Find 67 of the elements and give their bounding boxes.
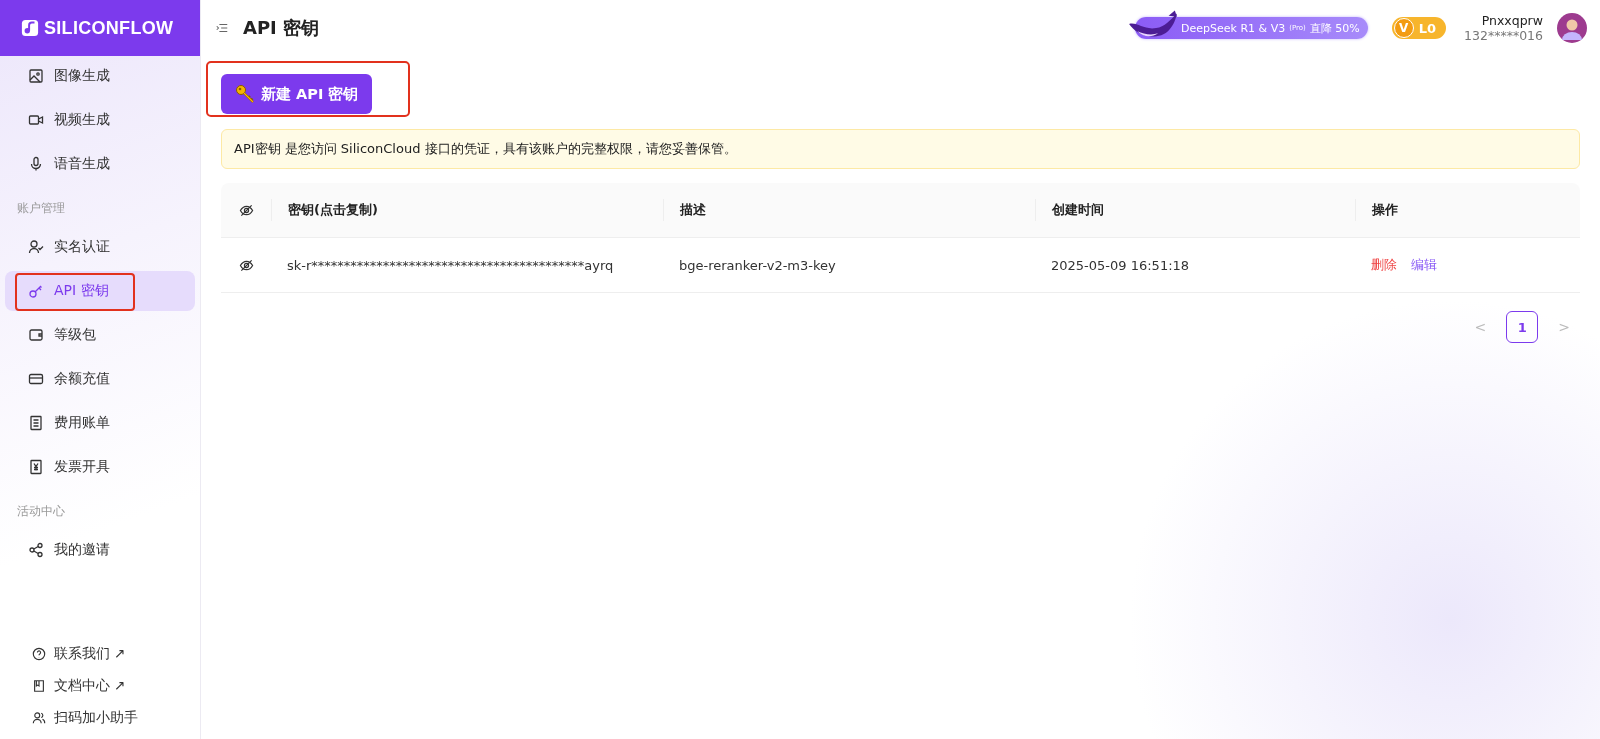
logo-icon: [21, 19, 39, 37]
users-icon: [32, 711, 46, 725]
page-title: API 密钥: [243, 16, 320, 40]
nav-item[interactable]: API 密钥: [5, 271, 195, 311]
nav-label: 图像生成: [54, 67, 110, 85]
user-name: Pnxxqprw: [1481, 13, 1543, 28]
nav-item[interactable]: 余额充值: [5, 359, 195, 399]
nav-item[interactable]: 图像生成: [5, 56, 195, 96]
nav-item[interactable]: 我的邀请: [5, 530, 195, 570]
table-cell-text: bge-reranker-v2-m3-key: [678, 257, 837, 273]
table-cell[interactable]: sk-r******************************************ayrq: [271, 257, 663, 273]
brand-name: SILICONFLOW: [44, 17, 174, 39]
nav-label: 等级包: [54, 326, 96, 344]
notice-banner: API密钥 是您访问 SiliconCloud 接口的凭证，具有该账户的完整权限，请您妥善保管。: [221, 129, 1580, 169]
key-icon: [235, 84, 255, 104]
nav-label: 余额充值: [54, 370, 110, 388]
nav-item[interactable]: 费用账单: [5, 403, 195, 443]
microphone-icon: [28, 156, 44, 172]
nav-item[interactable]: 实名认证: [5, 227, 195, 267]
eye-off-icon[interactable]: [238, 202, 254, 218]
footer-link[interactable]: 文档中心 ↗: [32, 677, 200, 695]
column-header: 创建时间: [1035, 199, 1355, 221]
page-button[interactable]: 1: [1506, 311, 1539, 343]
column-header: 操作: [1355, 199, 1580, 221]
user-phone: 132*****016: [1464, 28, 1543, 43]
link-label: 联系我们 ↗: [54, 645, 126, 663]
nav-item[interactable]: 语音生成: [5, 144, 195, 184]
nav-item[interactable]: 视频生成: [5, 100, 195, 140]
nav-label: 视频生成: [54, 111, 110, 129]
share-icon: [28, 542, 44, 558]
level-text: L0: [1418, 20, 1437, 36]
collapse-menu-icon[interactable]: [215, 21, 229, 35]
new-api-key-button[interactable]: 新建 API 密钥: [221, 74, 373, 114]
nav-label: 我的邀请: [54, 541, 110, 559]
book-icon: [32, 679, 46, 693]
action-link[interactable]: 编辑: [1411, 256, 1437, 274]
help-icon: [32, 647, 46, 661]
nav-label: 费用账单: [54, 414, 110, 432]
footer-link[interactable]: 扫码加小助手: [32, 709, 200, 727]
footer-link[interactable]: 联系我们 ↗: [32, 645, 200, 663]
user-check-icon: [28, 239, 44, 255]
nav-label: 语音生成: [54, 155, 110, 173]
nav-label: API 密钥: [54, 282, 109, 300]
nav-item[interactable]: 等级包: [5, 315, 195, 355]
image-icon: [28, 68, 44, 84]
credit-card-icon: [28, 371, 44, 387]
wallet-icon: [28, 327, 44, 343]
key-icon: [28, 283, 44, 299]
section-heading: 账户管理: [16, 200, 66, 217]
link-label: 文档中心 ↗: [54, 677, 126, 695]
table-cell-text: 2025-05-09 16:51:18: [1050, 257, 1191, 273]
nav-label: 发票开具: [54, 458, 110, 476]
column-header: 描述: [663, 199, 1035, 221]
nav-label: 实名认证: [54, 238, 110, 256]
promo-discount: 直降 50%: [1309, 20, 1360, 36]
yen-receipt-icon: [28, 459, 44, 475]
promo-text: DeepSeek R1 & V3: [1181, 21, 1286, 35]
link-label: 扫码加小助手: [54, 709, 138, 727]
eye-off-icon[interactable]: [238, 257, 254, 273]
document-icon: [28, 415, 44, 431]
action-link[interactable]: 删除: [1371, 256, 1397, 274]
section-heading: 活动中心: [16, 503, 66, 520]
column-header: 密钥(点击复制): [271, 199, 663, 221]
video-camera-icon: [28, 112, 44, 128]
nav-item[interactable]: 发票开具: [5, 447, 195, 487]
vip-mark: V: [1393, 18, 1414, 38]
avatar[interactable]: [1557, 13, 1587, 43]
